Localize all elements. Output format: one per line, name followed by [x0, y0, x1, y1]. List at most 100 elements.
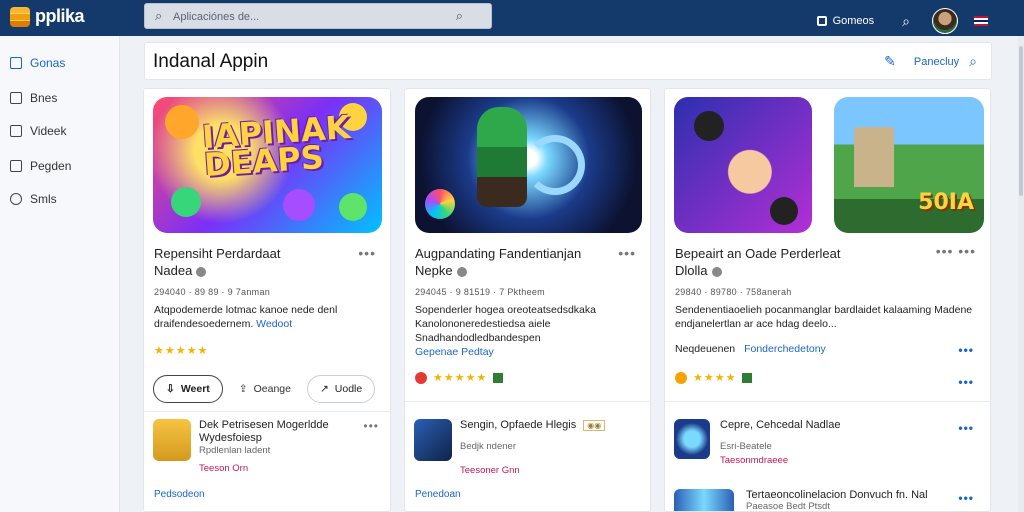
user-icon: [10, 193, 22, 205]
page-icon: [10, 160, 22, 172]
flag-icon[interactable]: [974, 16, 988, 26]
sidebar-item-games[interactable]: Gonas: [10, 56, 65, 70]
related-app-tag: Teesoner Gnn: [460, 465, 520, 476]
install-label: Weert: [180, 383, 210, 395]
more-options-icon[interactable]: •••: [958, 343, 974, 357]
app-meta: 294045 · 9 81519 · 7 Pktheem: [415, 287, 545, 297]
app-logo[interactable]: pplika: [10, 6, 85, 27]
app-hero-image[interactable]: [674, 97, 812, 233]
app-meta: 29840 · 89780 · 758anerah: [675, 287, 792, 297]
app-icon: [414, 419, 452, 461]
share-button[interactable]: ⇪ Oeange: [231, 383, 299, 395]
more-options-icon[interactable]: •••: [358, 245, 376, 261]
verified-icon: [711, 266, 722, 277]
character-icon: [171, 187, 201, 217]
related-app-subtitle: Bedjk ndener: [460, 441, 516, 452]
app-card-3[interactable]: 50IA Bepeairt an Oade Perderleat Dlolla …: [664, 88, 991, 512]
app-description: Sendenentiaoelieh pocanmanglar bardlaide…: [675, 304, 973, 330]
edit-icon[interactable]: ✎: [884, 53, 896, 70]
search-input[interactable]: [173, 8, 453, 26]
sidebar-item-label: Pegden: [30, 159, 72, 173]
app-icon: [674, 419, 710, 459]
app-title[interactable]: Augpandating Fandentianjan Nepke: [415, 245, 581, 279]
more-options-icon[interactable]: •••: [958, 491, 974, 505]
description-text: Atqpodemerde lotmac kanoe nede denl drai…: [154, 304, 338, 330]
search-icon: ⌕: [155, 8, 163, 23]
glove-icon: [694, 111, 724, 141]
related-app-item[interactable]: Sengin, Opfaede Hlegis ◉◉ Bedjk ndener T…: [414, 419, 644, 476]
open-label: Uodle: [334, 383, 363, 395]
app-card-1[interactable]: IAPINAK DEAPS Repensiht Perdardaat Nadea…: [143, 88, 391, 512]
app-title-line: Augpandating Fandentianjan: [415, 246, 582, 261]
sidebar-item-pages[interactable]: Pegden: [10, 159, 71, 173]
verified-badge-icon: [493, 372, 504, 383]
app-title-line: Dlolla: [675, 263, 708, 278]
related-app-tag: Taesonmdraeee: [720, 455, 789, 466]
app-title[interactable]: Bepeairt an Oade Perderleat Dlolla: [675, 245, 841, 279]
related-app-item[interactable]: Cepre, Cehcedal Nadlae Esri-Beatele Taes…: [674, 419, 974, 466]
header-action-link[interactable]: Panecluy: [914, 56, 959, 68]
search-icon[interactable]: ⌕: [969, 53, 977, 70]
app-card-2[interactable]: Augpandating Fandentianjan Nepke ••• 294…: [404, 88, 651, 512]
app-title-line: Repensiht Perdardaat: [154, 246, 281, 261]
related-app-subtitle: Paeasoe Bedt Ptsdt: [746, 501, 830, 512]
verified-icon: [196, 266, 207, 277]
related-app-title-text: Sengin, Opfaede Hlegis: [460, 419, 577, 431]
rating-stars: ★★★★★: [433, 372, 488, 384]
divider: [665, 401, 990, 402]
install-button[interactable]: ⇩ Weert: [153, 375, 223, 403]
sidebar-item-label: Smls: [30, 192, 57, 206]
avatar[interactable]: [932, 8, 958, 34]
scrollbar-thumb[interactable]: [1019, 46, 1023, 196]
app-hero-image-2[interactable]: 50IA: [834, 97, 984, 233]
more-options-icon[interactable]: •••: [958, 375, 974, 389]
video-icon: [10, 125, 22, 137]
logo-icon: [10, 6, 30, 27]
related-app-item[interactable]: Dek Petrisesen Mogerldde Wydesfoiesp Rpd…: [153, 419, 383, 474]
more-options-icon[interactable]: •••: [958, 421, 974, 435]
developer-link[interactable]: Pedsodeon: [154, 489, 205, 500]
open-button[interactable]: ↗ Uodle: [306, 375, 376, 403]
related-app-tag: Teeson Orn: [199, 463, 249, 474]
top-right-actions: Gomeos ⌕: [816, 8, 988, 34]
developer-link[interactable]: Penedoan: [415, 489, 461, 500]
sidebar-item-apps[interactable]: Bnes: [10, 91, 57, 105]
character-icon: [339, 193, 367, 221]
top-search-icon[interactable]: ⌕: [902, 13, 910, 30]
verified-badge-icon: [742, 372, 753, 383]
scrollbar[interactable]: [1018, 36, 1024, 512]
sidebar-item-videos[interactable]: Videek: [10, 124, 66, 138]
sidebar-item-label: Videek: [30, 124, 67, 138]
character-icon: [283, 189, 315, 221]
games-button[interactable]: Gomeos: [816, 15, 874, 27]
more-options-icon[interactable]: ••• •••: [936, 243, 976, 259]
description-link[interactable]: Wedoot: [256, 318, 292, 330]
sidebar-item-users[interactable]: Smls: [10, 192, 57, 206]
app-title-line: Nadea: [154, 263, 193, 278]
extra-link[interactable]: Fonderchedetony: [744, 343, 826, 355]
divider: [144, 411, 390, 412]
square-icon: [816, 16, 827, 26]
app-hero-image[interactable]: IAPINAK DEAPS: [153, 97, 382, 233]
badge-icon: [415, 371, 427, 384]
app-hero-image[interactable]: [415, 97, 642, 233]
orb-icon: [425, 189, 455, 219]
more-options-icon[interactable]: •••: [618, 245, 636, 261]
hero-title-text: IAPINAK DEAPS: [200, 107, 352, 185]
rating-row: ★★★★★: [415, 371, 504, 384]
app-title-line: Bepeairt an Oade Perderleat: [675, 246, 841, 261]
app-description: Sopenderler hogea oreoteatsedsdkaka Kano…: [415, 303, 645, 359]
description-link[interactable]: Gepenae Pedtay: [415, 346, 494, 358]
top-bar: pplika ⌕ ⌕ Gomeos ⌕: [0, 0, 1024, 36]
page-title: Indanal Appin: [153, 51, 269, 72]
search-submit-icon[interactable]: ⌕: [456, 8, 463, 24]
related-app-badge: ◉◉: [583, 420, 606, 431]
more-options-icon[interactable]: •••: [363, 419, 379, 433]
search-bar[interactable]: ⌕ ⌕: [144, 3, 492, 29]
app-title[interactable]: Repensiht Perdardaat Nadea: [154, 245, 280, 279]
related-app-item[interactable]: Tertaeoncolinelacion Donvuch fn. Nal Pae…: [674, 489, 974, 512]
download-icon: ⇩: [166, 383, 175, 395]
app-title-line: Nepke: [415, 263, 453, 278]
square-icon: [10, 92, 22, 104]
app-description: Atqpodemerde lotmac kanoe nede denl drai…: [154, 303, 384, 331]
